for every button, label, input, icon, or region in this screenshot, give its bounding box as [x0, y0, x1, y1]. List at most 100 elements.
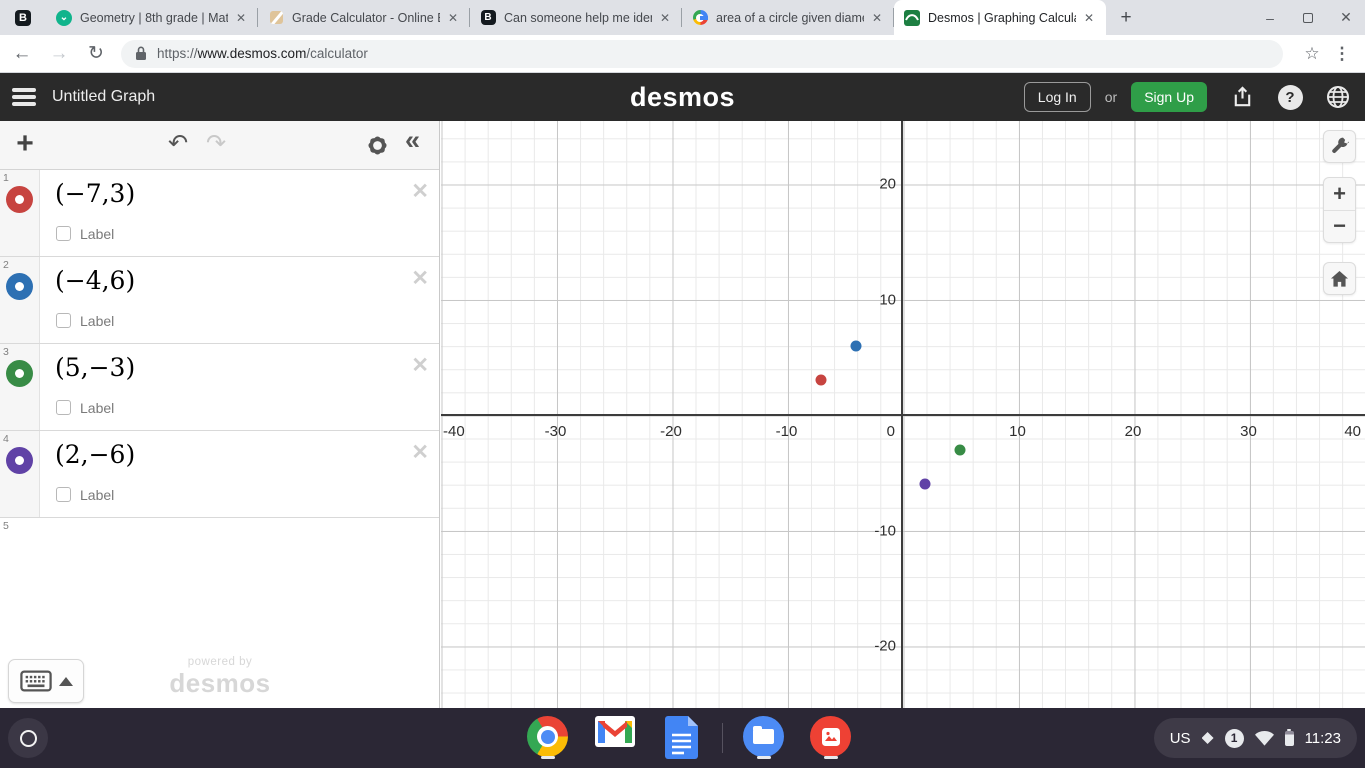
y-axis-tick-label: -20	[874, 637, 896, 655]
shelf-app-chrome[interactable]	[527, 716, 568, 760]
shelf-app-files[interactable]	[743, 716, 784, 760]
label-checkbox[interactable]	[56, 400, 71, 415]
graph-point[interactable]	[850, 340, 862, 352]
add-expression-button[interactable]: +	[10, 127, 40, 161]
row-index: 2	[3, 259, 9, 271]
tab-geometry[interactable]: ⌄ Geometry | 8th grade | Math ✕	[46, 0, 258, 35]
help-icon[interactable]: ?	[1277, 84, 1303, 110]
default-view-home-button[interactable]	[1323, 262, 1356, 295]
tab-desmos-active[interactable]: Desmos | Graphing Calculat ✕	[894, 0, 1106, 35]
delete-row-icon[interactable]: ✕	[411, 179, 429, 204]
graph-settings-wrench-button[interactable]	[1323, 130, 1356, 163]
expression-text[interactable]: (−7,3)	[55, 179, 135, 208]
expression-row-3[interactable]: 3 (5,−3) Label ✕	[0, 344, 439, 431]
tab-strip: B ⌄ Geometry | 8th grade | Math ✕ Grade …	[0, 0, 1365, 35]
x-axis-tick-label: -10	[775, 423, 798, 440]
tab-google-search[interactable]: area of a circle given diamet ✕	[682, 0, 894, 35]
forward-button[interactable]: →	[44, 39, 74, 69]
tab-close-icon[interactable]: ✕	[868, 9, 886, 27]
tab-grade-calculator[interactable]: Grade Calculator - Online Ea ✕	[258, 0, 470, 35]
pinned-tab-brainly[interactable]: B	[0, 0, 46, 35]
label-checkbox-text: Label	[80, 313, 115, 329]
graph-canvas[interactable]: + − -40 -30 -20 -10 0 10 20 30 40 20 10 -10 -20	[441, 121, 1365, 708]
new-tab-button[interactable]: +	[1112, 4, 1140, 32]
window-controls: – ✕	[1251, 0, 1365, 35]
point-style-icon[interactable]	[6, 186, 33, 213]
battery-icon	[1284, 728, 1294, 746]
main-menu-icon[interactable]	[12, 88, 36, 106]
graph-point[interactable]	[815, 374, 827, 386]
x-axis-tick-label: 30	[1240, 423, 1257, 440]
expression-text[interactable]: (−4,6)	[55, 266, 135, 295]
desmos-favicon-icon	[904, 9, 920, 26]
label-checkbox[interactable]	[56, 313, 71, 328]
address-bar[interactable]: https://www.desmos.com/calculator	[121, 39, 1283, 68]
row-index: 1	[3, 172, 9, 184]
shelf-app-docs[interactable]	[661, 716, 702, 760]
row-index: 3	[3, 346, 9, 358]
collapse-panel-icon[interactable]: «	[405, 125, 420, 156]
delete-row-icon[interactable]: ✕	[411, 266, 429, 291]
point-style-icon[interactable]	[6, 360, 33, 387]
tab-close-icon[interactable]: ✕	[232, 9, 250, 27]
label-checkbox[interactable]	[56, 226, 71, 241]
graph-point[interactable]	[919, 478, 931, 490]
launcher-icon	[19, 729, 37, 747]
tab-close-icon[interactable]: ✕	[444, 9, 462, 27]
shelf-apps	[527, 716, 851, 760]
zoom-out-button[interactable]: −	[1324, 210, 1355, 242]
status-tray[interactable]: US 1 11:23	[1153, 718, 1357, 758]
launcher-button[interactable]	[8, 718, 48, 758]
row-index: 5	[3, 520, 9, 532]
show-keyboard-button[interactable]	[8, 659, 84, 703]
graph-settings-gear-icon[interactable]	[365, 133, 390, 163]
graph-title[interactable]: Untitled Graph	[52, 88, 155, 106]
lock-icon	[136, 46, 146, 60]
shelf-app-gmail[interactable]	[594, 716, 635, 760]
label-checkbox-text: Label	[80, 226, 115, 242]
tab-brainly-question[interactable]: B Can someone help me ident ✕	[470, 0, 682, 35]
x-axis-tick-label: 10	[1009, 423, 1026, 440]
or-text: or	[1104, 89, 1118, 105]
redo-button[interactable]: ↷	[206, 129, 226, 158]
delete-row-icon[interactable]: ✕	[411, 440, 429, 465]
sign-up-button[interactable]: Sign Up	[1131, 82, 1207, 112]
share-icon[interactable]	[1229, 84, 1255, 110]
expression-text[interactable]: (5,−3)	[55, 353, 135, 382]
label-checkbox[interactable]	[56, 487, 71, 502]
log-in-button[interactable]: Log In	[1023, 82, 1091, 112]
reload-button[interactable]: ↻	[81, 39, 111, 69]
x-axis-tick-label: 40	[1344, 423, 1361, 440]
window-close-button[interactable]: ✕	[1327, 0, 1365, 35]
expression-row-4[interactable]: 4 (2,−6) Label ✕	[0, 431, 439, 518]
open-keyboard-caret-icon	[58, 676, 73, 686]
graph-point[interactable]	[954, 444, 966, 456]
expression-text[interactable]: (2,−6)	[55, 440, 135, 469]
label-checkbox-text: Label	[80, 400, 115, 416]
minimize-button[interactable]: –	[1251, 0, 1289, 35]
tab-close-icon[interactable]: ✕	[1080, 9, 1098, 27]
running-indicator	[540, 756, 555, 759]
expression-row-1[interactable]: 1 (−7,3) Label ✕	[0, 170, 439, 257]
language-globe-icon[interactable]	[1325, 84, 1351, 110]
tab-close-icon[interactable]: ✕	[656, 9, 674, 27]
browser-menu-icon[interactable]: ⋮	[1327, 44, 1357, 64]
gmail-icon	[594, 716, 635, 747]
back-button[interactable]: ←	[7, 39, 37, 69]
bookmark-star-icon[interactable]: ☆	[1297, 44, 1327, 64]
point-style-icon[interactable]	[6, 273, 33, 300]
expression-row-5-empty[interactable]: 5	[0, 518, 439, 605]
zoom-in-button[interactable]: +	[1324, 178, 1355, 210]
brainly-favicon-icon: B	[480, 10, 496, 26]
point-style-icon[interactable]	[6, 447, 33, 474]
shelf-app-gallery[interactable]	[810, 716, 851, 760]
expression-row-2[interactable]: 2 (−4,6) Label ✕	[0, 257, 439, 344]
restore-button[interactable]	[1289, 0, 1327, 35]
delete-row-icon[interactable]: ✕	[411, 353, 429, 378]
x-axis	[441, 414, 1365, 416]
tab-title: area of a circle given diamet	[716, 10, 864, 25]
x-axis-tick-label: -20	[660, 423, 682, 440]
chromeos-shelf: US 1 11:23	[0, 708, 1365, 768]
undo-button[interactable]: ↶	[168, 129, 188, 158]
running-indicator	[756, 756, 771, 759]
